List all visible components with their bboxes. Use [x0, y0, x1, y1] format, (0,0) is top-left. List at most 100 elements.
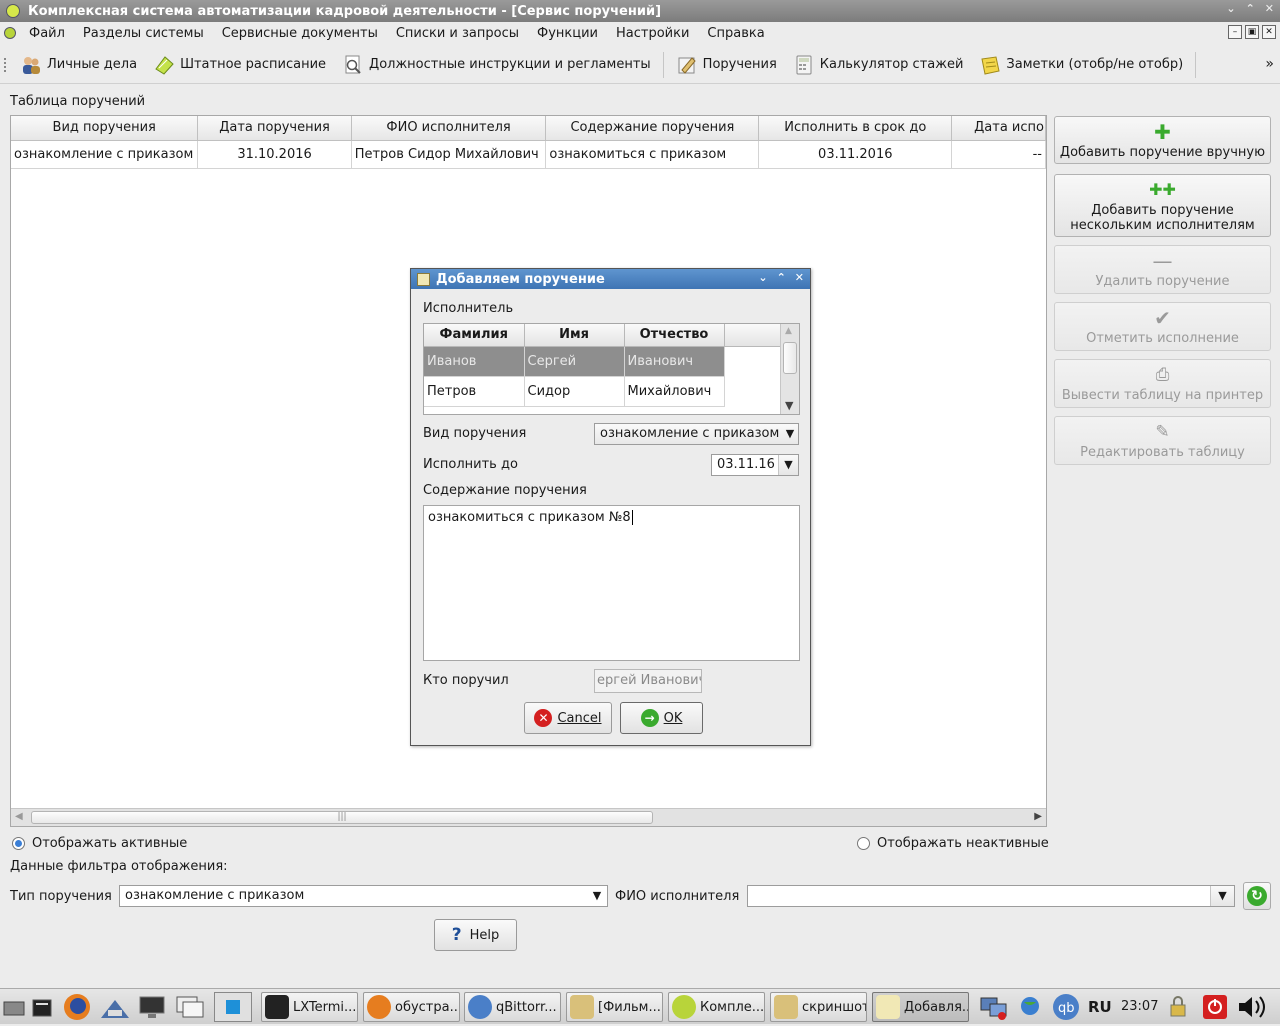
maximize-icon[interactable]: ⌃ — [777, 271, 786, 284]
scroll-up-icon[interactable]: ▲ — [785, 326, 792, 336]
table-cell[interactable]: ознакомиться с приказом — [545, 140, 760, 169]
clock[interactable]: 23:07 — [1121, 999, 1158, 1014]
minimize-icon[interactable]: ⌄ — [1226, 2, 1235, 15]
windows-icon[interactable] — [173, 992, 207, 1022]
column-header[interactable]: ФИО исполнителя — [351, 116, 547, 141]
menu-service-docs[interactable]: Сервисные документы — [213, 26, 387, 41]
table-cell[interactable]: -- — [951, 140, 1046, 169]
show-active-radio[interactable]: Отображать активные — [12, 836, 187, 851]
maximize-icon[interactable]: ⌃ — [1246, 2, 1255, 15]
menu-lists[interactable]: Списки и запросы — [387, 26, 528, 41]
table-cell[interactable]: ознакомление с приказом — [11, 140, 199, 169]
app-menu-icon[interactable] — [4, 27, 16, 39]
due-date-picker[interactable]: 03.11.16 ▼ — [711, 454, 799, 476]
scrollbar-thumb[interactable]: ||| — [31, 811, 653, 824]
table-cell[interactable]: 03.11.2016 — [758, 140, 953, 169]
menu-functions[interactable]: Функции — [528, 26, 607, 41]
task-browser[interactable]: обустра... — [363, 992, 460, 1022]
table-cell[interactable]: Сидор — [524, 376, 625, 407]
dropdown-arrow-icon[interactable]: ▼ — [782, 424, 798, 444]
scroll-down-icon[interactable]: ▼ — [785, 399, 793, 412]
firefox-icon[interactable] — [62, 992, 92, 1022]
table-cell[interactable]: Иванов — [424, 346, 525, 377]
type-select[interactable]: ознакомление с приказом ▼ — [594, 423, 799, 445]
fio-filter-select[interactable]: ▼ — [747, 885, 1235, 907]
radio-button[interactable] — [857, 837, 870, 850]
network-status-icon[interactable] — [978, 992, 1010, 1022]
table-cell[interactable]: 31.10.2016 — [197, 140, 352, 169]
minimize-icon[interactable]: ⌄ — [758, 271, 767, 284]
task-qbittorrent[interactable]: qBittorr... — [464, 992, 561, 1022]
ok-button[interactable]: → OK — [620, 702, 703, 734]
horizontal-scrollbar[interactable]: ◀ ||| ▶ — [11, 808, 1046, 826]
keyboard-layout[interactable]: RU — [1088, 998, 1112, 1016]
table-cell[interactable]: Иванович — [624, 346, 725, 377]
lock-icon[interactable] — [1164, 992, 1192, 1022]
column-header[interactable]: Имя — [524, 324, 625, 347]
table-row[interactable]: Петров Сидор Михайлович — [424, 376, 780, 407]
vertical-scrollbar[interactable]: ▲ ▼ — [780, 324, 799, 414]
close-icon[interactable]: ✕ — [795, 271, 804, 284]
date-value[interactable]: 03.11.16 — [717, 457, 775, 472]
volume-icon[interactable] — [1236, 992, 1274, 1022]
mdi-restore-icon[interactable]: ▣ — [1245, 25, 1259, 39]
menu-help[interactable]: Справка — [698, 26, 773, 41]
menu-sections[interactable]: Разделы системы — [74, 26, 213, 41]
content-textarea[interactable]: ознакомиться с приказом №8 — [423, 505, 800, 661]
show-desktop-icon[interactable] — [2, 992, 26, 1022]
apply-filter-button[interactable]: ↻ — [1243, 882, 1271, 910]
scrollbar-thumb[interactable] — [783, 342, 797, 374]
toolbar-grip[interactable] — [4, 57, 8, 72]
column-header[interactable]: Фамилия — [424, 324, 525, 347]
column-header[interactable]: Дата испо — [951, 116, 1046, 141]
help-button[interactable]: ? Help — [434, 919, 517, 951]
task-lxterminal[interactable]: LXTermi... — [261, 992, 358, 1022]
table-row[interactable]: Иванов Сергей Иванович — [424, 346, 780, 377]
delete-assignment-button[interactable]: — Удалить поручение — [1054, 245, 1271, 294]
tb-seniority-calculator[interactable]: Калькулятор стажей — [785, 50, 972, 80]
column-header[interactable]: Дата поручения — [197, 116, 352, 141]
task-complex-system[interactable]: Компле... — [668, 992, 765, 1022]
tb-job-instructions[interactable]: Должностные инструкции и регламенты — [334, 50, 659, 80]
type-filter-select[interactable]: ознакомление с приказом ▼ — [119, 885, 608, 907]
dialog-titlebar[interactable]: Добавляем поручение ⌄ ⌃ ✕ — [411, 269, 810, 289]
network-tool-icon[interactable] — [98, 992, 132, 1022]
tb-notes-toggle[interactable]: Заметки (отобр/не отобр) — [971, 50, 1191, 80]
scroll-right-icon[interactable]: ▶ — [1034, 811, 1042, 822]
table-cell[interactable]: Петров Сидор Михайлович — [351, 140, 547, 169]
close-icon[interactable]: ✕ — [1265, 2, 1274, 15]
column-header[interactable]: Вид поручения — [11, 116, 199, 141]
dropdown-arrow-icon[interactable]: ▼ — [587, 886, 607, 906]
menu-settings[interactable]: Настройки — [607, 26, 698, 41]
column-header[interactable]: Содержание поручения — [545, 116, 760, 141]
workspace-icon[interactable] — [214, 992, 252, 1022]
cancel-button[interactable]: ✕ Cancel — [524, 702, 612, 734]
task-add-dialog[interactable]: Добавля... — [872, 992, 969, 1022]
qbittorrent-tray-icon[interactable]: qb — [1050, 992, 1082, 1022]
dropdown-arrow-icon[interactable]: ▼ — [778, 455, 798, 475]
table-row[interactable]: ознакомление с приказом 31.10.2016 Петро… — [11, 140, 1046, 169]
globe-icon[interactable] — [1018, 992, 1042, 1022]
scroll-left-icon[interactable]: ◀ — [15, 811, 23, 822]
column-header[interactable]: Отчество — [624, 324, 725, 347]
task-screenshot[interactable]: скриншот — [770, 992, 867, 1022]
menu-file[interactable]: Файл — [20, 26, 74, 41]
tb-assignments[interactable]: Поручения — [668, 50, 785, 80]
table-cell[interactable]: Михайлович — [624, 376, 725, 407]
tb-personal-files[interactable]: Личные дела — [12, 50, 145, 80]
mdi-close-icon[interactable]: ✕ — [1262, 25, 1276, 39]
file-manager-icon[interactable] — [30, 992, 54, 1022]
shutdown-icon[interactable] — [1202, 992, 1228, 1022]
print-table-button[interactable]: ⎙ Вывести таблицу на принтер — [1054, 359, 1271, 408]
tb-staff-schedule[interactable]: Штатное расписание — [145, 50, 334, 80]
add-assignment-button[interactable]: ✚ Добавить поручение вручную — [1054, 116, 1271, 164]
toolbar-overflow-icon[interactable]: » — [1265, 56, 1274, 72]
mdi-minimize-icon[interactable]: – — [1228, 25, 1242, 39]
mark-done-button[interactable]: ✔ Отметить исполнение — [1054, 302, 1271, 351]
dropdown-arrow-icon[interactable]: ▼ — [1210, 886, 1234, 906]
show-inactive-radio[interactable]: Отображать неактивные — [857, 836, 1049, 851]
edit-table-button[interactable]: ✎ Редактировать таблицу — [1054, 416, 1271, 465]
table-cell[interactable]: Сергей — [524, 346, 625, 377]
column-header[interactable]: Исполнить в срок до — [758, 116, 953, 141]
monitor-icon[interactable] — [137, 992, 167, 1022]
